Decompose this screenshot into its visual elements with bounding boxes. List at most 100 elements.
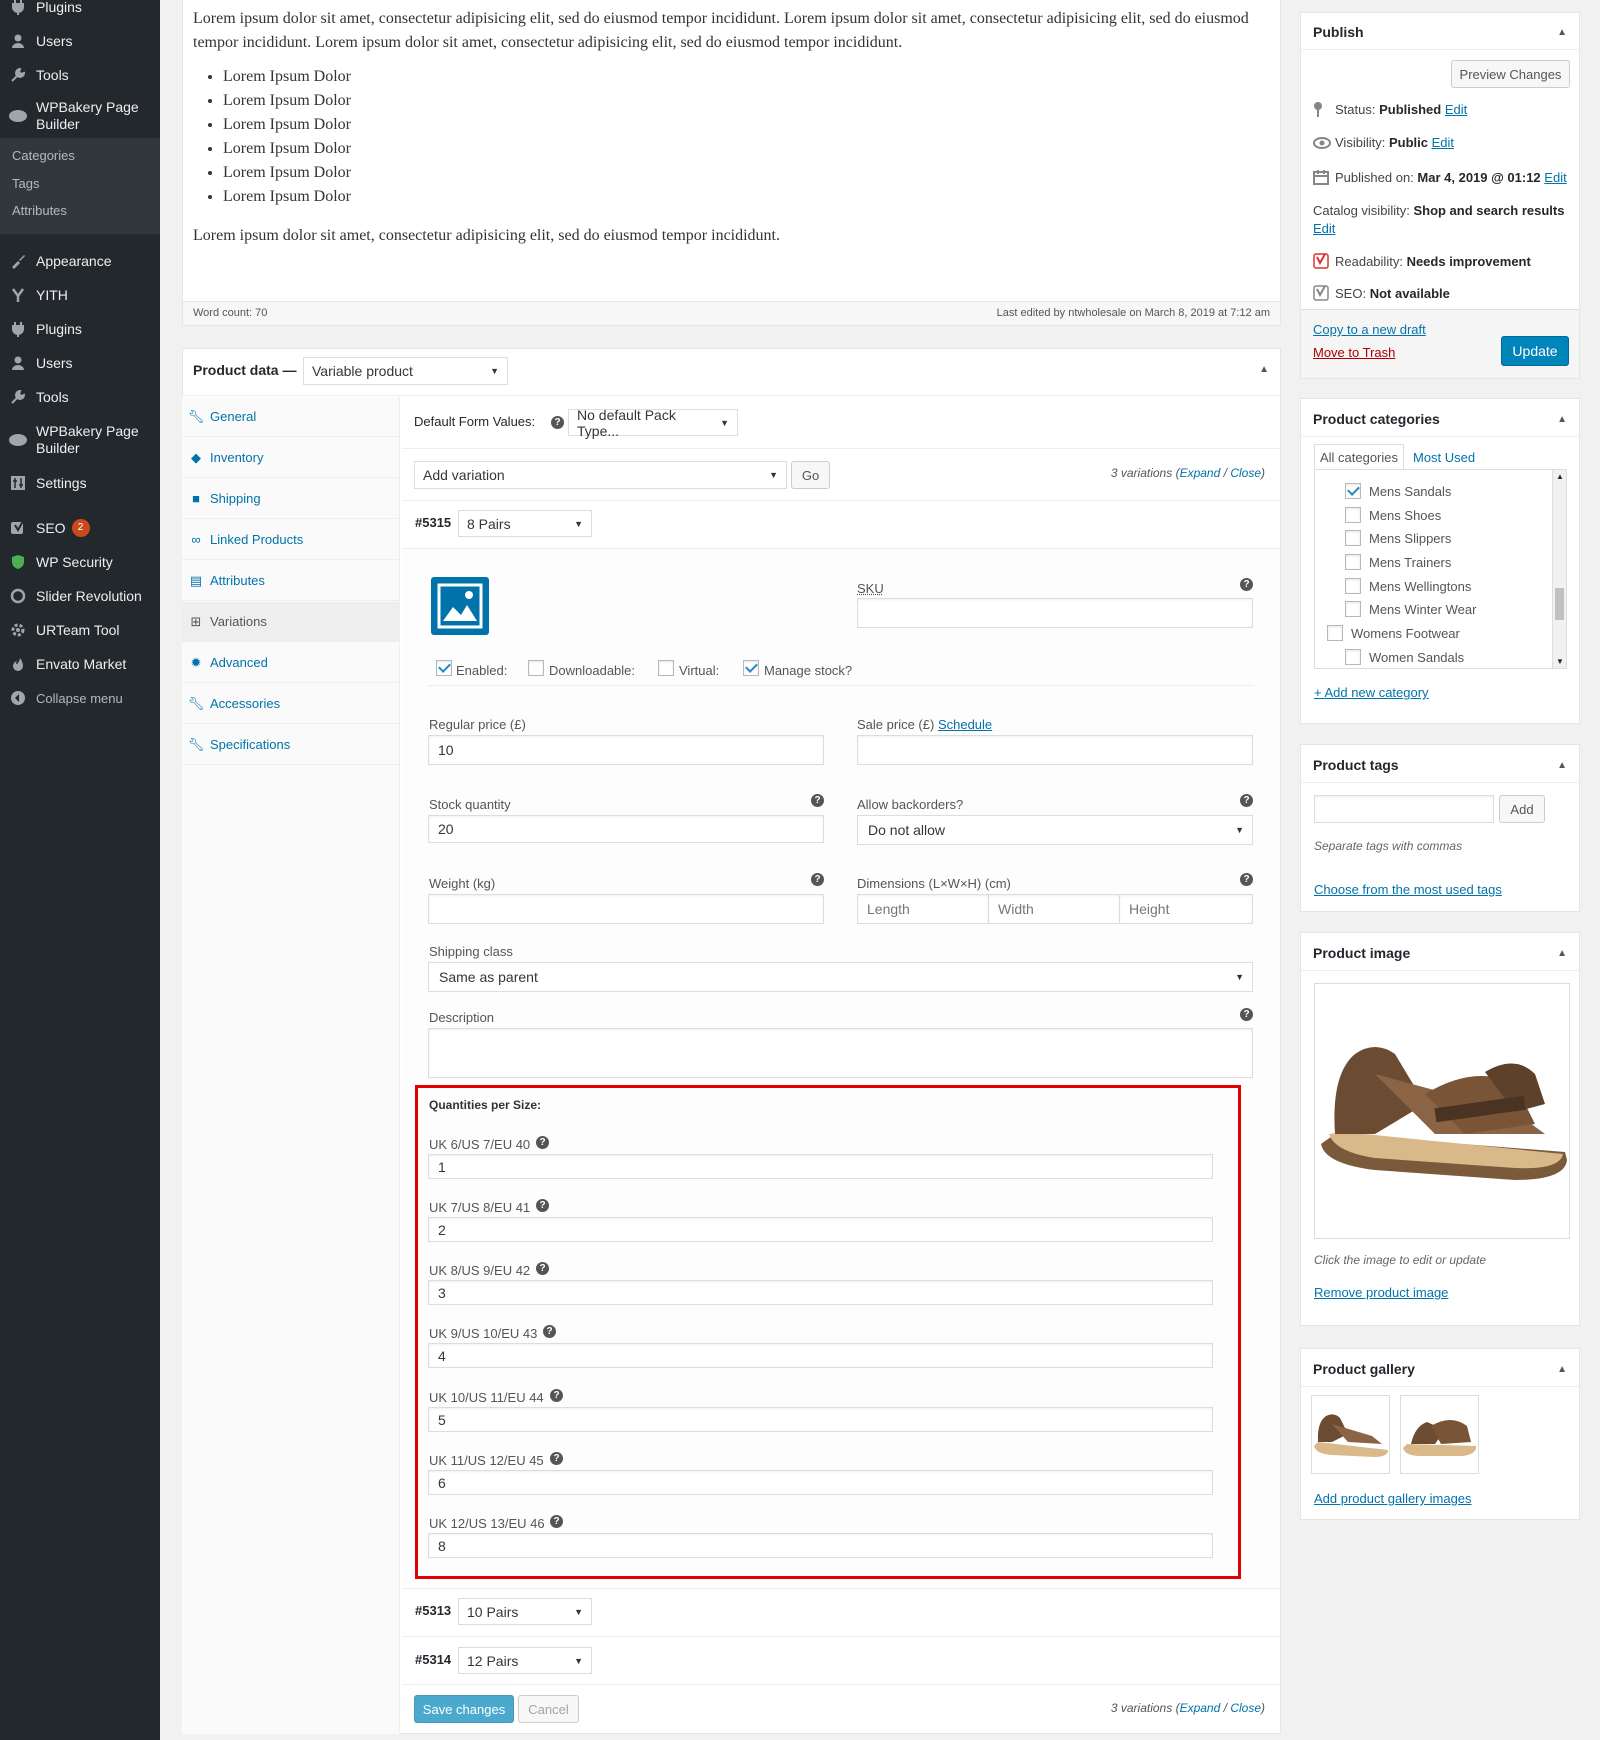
- size-quantity-input[interactable]: 2: [428, 1217, 1213, 1242]
- product-type-select[interactable]: Variable product ▼: [303, 357, 508, 385]
- tab-accessories[interactable]: 🔧︎ Accessories: [182, 684, 400, 724]
- length-input[interactable]: Length: [857, 894, 989, 924]
- sidebar-item-users-top[interactable]: Users: [0, 24, 160, 58]
- size-quantity-input[interactable]: 6: [428, 1470, 1213, 1495]
- update-button[interactable]: Update: [1501, 336, 1569, 366]
- shipping-class-select[interactable]: Same as parent ▼: [428, 962, 1253, 992]
- categories-list[interactable]: Mens Sandals Mens Shoes Mens Slippers Me…: [1314, 469, 1567, 669]
- tag-input[interactable]: [1314, 795, 1494, 823]
- sidebar-collapse-menu[interactable]: Collapse menu: [0, 681, 160, 715]
- go-button[interactable]: Go: [791, 461, 830, 489]
- post-editor[interactable]: Lorem ipsum dolor sit amet, consectetur …: [182, 0, 1281, 326]
- category-checkbox[interactable]: [1345, 483, 1361, 499]
- submenu-categories[interactable]: Categories: [12, 148, 75, 163]
- category-checkbox[interactable]: [1345, 507, 1361, 523]
- size-quantity-input[interactable]: 1: [428, 1154, 1213, 1179]
- description-textarea[interactable]: [428, 1028, 1253, 1078]
- sidebar-item-yith[interactable]: YITH: [0, 278, 160, 312]
- category-checkbox[interactable]: [1345, 578, 1361, 594]
- tab-attributes[interactable]: ▤ Attributes: [182, 561, 400, 601]
- tab-general[interactable]: 🔧︎ General: [182, 397, 400, 437]
- tab-most-used[interactable]: Most Used: [1413, 450, 1475, 465]
- schedule-link[interactable]: Schedule: [938, 717, 992, 732]
- tab-all-categories[interactable]: All categories: [1314, 444, 1404, 470]
- scroll-up-icon[interactable]: ▲: [1556, 472, 1564, 481]
- save-changes-button[interactable]: Save changes: [414, 1695, 514, 1723]
- category-mens-slippers[interactable]: Mens Slippers: [1345, 530, 1451, 546]
- enabled-checkbox[interactable]: [436, 660, 452, 676]
- sidebar-item-wpbakery-top[interactable]: WPBakery Page Builder: [0, 94, 160, 138]
- downloadable-checkbox[interactable]: [528, 660, 544, 676]
- edit-status-link[interactable]: Edit: [1445, 102, 1467, 117]
- sidebar-item-appearance[interactable]: Appearance: [0, 244, 160, 278]
- expand-link[interactable]: Expand: [1180, 1701, 1221, 1715]
- gallery-image[interactable]: [1400, 1395, 1479, 1474]
- tab-linked-products[interactable]: ∞ Linked Products: [182, 520, 400, 560]
- sidebar-item-plugins-top[interactable]: Plugins: [0, 0, 160, 24]
- categories-scrollbar[interactable]: ▲ ▼: [1552, 470, 1566, 668]
- edit-visibility-link[interactable]: Edit: [1432, 135, 1454, 150]
- move-to-trash-link[interactable]: Move to Trash: [1313, 345, 1395, 360]
- tab-shipping[interactable]: ■ Shipping: [182, 479, 400, 519]
- add-new-category-link[interactable]: + Add new category: [1314, 685, 1429, 700]
- category-mens-sandals[interactable]: Mens Sandals: [1345, 483, 1451, 499]
- sidebar-item-settings[interactable]: Settings: [0, 466, 160, 500]
- size-quantity-input[interactable]: 3: [428, 1280, 1213, 1305]
- sidebar-item-plugins[interactable]: Plugins: [0, 312, 160, 346]
- publish-toggle[interactable]: ▲: [1557, 27, 1567, 38]
- category-womens-footwear[interactable]: Womens Footwear: [1327, 625, 1460, 641]
- category-checkbox[interactable]: [1327, 625, 1343, 641]
- variation-pack-select[interactable]: 10 Pairs ▼: [458, 1598, 592, 1625]
- sale-price-input[interactable]: [857, 735, 1253, 765]
- add-gallery-images-link[interactable]: Add product gallery images: [1314, 1491, 1472, 1506]
- size-quantity-input[interactable]: 5: [428, 1407, 1213, 1432]
- close-link[interactable]: Close: [1230, 1701, 1261, 1715]
- sidebar-item-slider-revolution[interactable]: Slider Revolution: [0, 579, 160, 613]
- weight-input[interactable]: [428, 894, 824, 924]
- category-mens-winter-wear[interactable]: Mens Winter Wear: [1345, 601, 1476, 617]
- sidebar-item-seo[interactable]: SEO 2: [0, 511, 160, 545]
- add-tag-button[interactable]: Add: [1499, 795, 1545, 823]
- category-mens-trainers[interactable]: Mens Trainers: [1345, 554, 1451, 570]
- sidebar-item-wpbakery[interactable]: WPBakery Page Builder: [0, 418, 160, 462]
- edit-date-link[interactable]: Edit: [1544, 170, 1566, 185]
- expand-link[interactable]: Expand: [1180, 466, 1221, 480]
- tab-variations[interactable]: ⊞ Variations: [182, 602, 400, 642]
- sidebar-item-tools-top[interactable]: Tools: [0, 58, 160, 92]
- product-gallery-toggle[interactable]: ▲: [1557, 1364, 1567, 1375]
- category-checkbox[interactable]: [1345, 601, 1361, 617]
- remove-product-image-link[interactable]: Remove product image: [1314, 1285, 1448, 1300]
- tags-toggle[interactable]: ▲: [1557, 760, 1567, 771]
- regular-price-input[interactable]: 10: [428, 735, 824, 765]
- product-image-toggle[interactable]: ▲: [1557, 948, 1567, 959]
- variation-image-upload[interactable]: [431, 577, 489, 635]
- submenu-tags[interactable]: Tags: [12, 176, 39, 191]
- category-women-sandals[interactable]: Women Sandals: [1345, 649, 1464, 665]
- virtual-checkbox[interactable]: [658, 660, 674, 676]
- close-link[interactable]: Close: [1230, 466, 1261, 480]
- variation-pack-select[interactable]: 8 Pairs ▼: [458, 510, 592, 537]
- scroll-down-icon[interactable]: ▼: [1556, 657, 1564, 666]
- category-checkbox[interactable]: [1345, 530, 1361, 546]
- sku-input[interactable]: [857, 598, 1253, 628]
- variation-pack-select[interactable]: 12 Pairs ▼: [458, 1647, 592, 1674]
- stock-quantity-input[interactable]: 20: [428, 815, 824, 843]
- add-variation-select[interactable]: Add variation ▼: [414, 461, 787, 489]
- submenu-attributes[interactable]: Attributes: [12, 203, 67, 218]
- backorders-select[interactable]: Do not allow ▼: [857, 815, 1253, 845]
- sidebar-item-wp-security[interactable]: WP Security: [0, 545, 160, 579]
- choose-tags-link[interactable]: Choose from the most used tags: [1314, 882, 1502, 897]
- category-checkbox[interactable]: [1345, 554, 1361, 570]
- default-pack-type-select[interactable]: No default Pack Type... ▼: [568, 407, 738, 439]
- sidebar-item-urteam-tool[interactable]: URTeam Tool: [0, 613, 160, 647]
- product-image[interactable]: [1314, 983, 1570, 1239]
- height-input[interactable]: Height: [1119, 894, 1253, 924]
- product-data-toggle[interactable]: ▲: [1259, 364, 1269, 375]
- sidebar-item-users[interactable]: Users: [0, 346, 160, 380]
- edit-catalog-link[interactable]: Edit: [1313, 221, 1335, 236]
- scrollbar-thumb[interactable]: [1555, 588, 1564, 620]
- size-quantity-input[interactable]: 8: [428, 1533, 1213, 1558]
- cancel-button[interactable]: Cancel: [518, 1695, 579, 1723]
- width-input[interactable]: Width: [988, 894, 1120, 924]
- category-mens-wellingtons[interactable]: Mens Wellingtons: [1345, 578, 1471, 594]
